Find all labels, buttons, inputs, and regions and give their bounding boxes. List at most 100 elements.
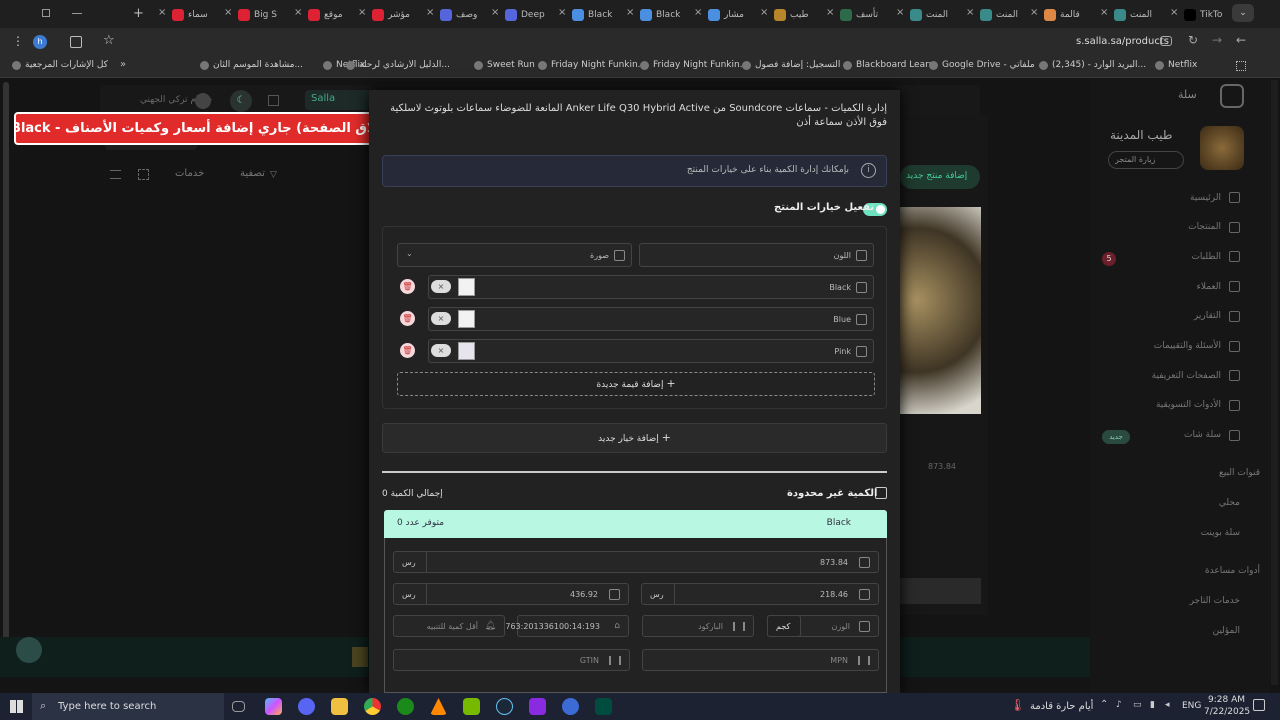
- reload-icon[interactable]: ↻: [1188, 33, 1198, 47]
- user-avatar[interactable]: [195, 93, 211, 109]
- bookmark-item[interactable]: الدليل الارشادي لرحلة...: [346, 60, 450, 70]
- remove-image-icon[interactable]: ×: [431, 280, 451, 293]
- bookmarks-overflow-icon[interactable]: »: [120, 59, 126, 70]
- browser-tab[interactable]: المنت: [1114, 4, 1176, 26]
- discord-icon[interactable]: [298, 698, 315, 715]
- option-type-select[interactable]: صورة ⌄: [397, 243, 632, 267]
- windows-start-icon[interactable]: [10, 700, 23, 713]
- browser-tab[interactable]: Black: [640, 4, 702, 26]
- microphone-icon[interactable]: ▮: [1150, 700, 1155, 710]
- barcode-field[interactable]: الباركود: [642, 615, 754, 637]
- add-value-button[interactable]: إضافة قيمة جديدة +: [397, 372, 875, 396]
- speaker-icon[interactable]: ♪: [1116, 700, 1122, 710]
- sidebar-section-item[interactable]: قنوات البيع: [1219, 468, 1260, 478]
- value-image-thumb[interactable]: [458, 278, 475, 296]
- new-window-icon[interactable]: [42, 9, 50, 17]
- clock-date[interactable]: 7/22/2025: [1204, 707, 1250, 717]
- profile-avatar[interactable]: h: [33, 35, 47, 49]
- chat-bubble-icon[interactable]: [16, 637, 42, 663]
- bookmark-item[interactable]: كل الإشارات المرجعية: [12, 60, 108, 70]
- apps-grid-icon[interactable]: [1236, 61, 1246, 71]
- bookmark-item[interactable]: Friday Night Funkin...: [538, 60, 646, 70]
- tab-close-icon[interactable]: ×: [966, 7, 974, 18]
- tab-close-icon[interactable]: ×: [294, 7, 302, 18]
- sidebar-section-item[interactable]: المؤلين: [1213, 626, 1240, 636]
- remove-image-icon[interactable]: ×: [431, 312, 451, 325]
- price-field[interactable]: رس 873.84: [393, 551, 879, 573]
- bookmark-item[interactable]: Netflix: [1155, 60, 1197, 70]
- app-isdt-icon[interactable]: [529, 698, 546, 715]
- browser-tab[interactable]: مؤشر: [372, 4, 434, 26]
- bookmark-item[interactable]: Blackboard Learn: [843, 60, 934, 70]
- url-text[interactable]: s.salla.sa/products: [1076, 36, 1169, 47]
- tab-close-icon[interactable]: ×: [224, 7, 232, 18]
- bookmark-item[interactable]: Google Drive - ملفاتي: [929, 60, 1035, 70]
- services-button[interactable]: خدمات: [175, 168, 204, 179]
- bookmark-item[interactable]: Friday Night Funkin...: [640, 60, 748, 70]
- browser-tab[interactable]: تأسف: [840, 4, 902, 26]
- mpn-field[interactable]: MPN: [642, 649, 879, 671]
- bookmark-item[interactable]: التسجيل: إضافة فصول: [742, 60, 840, 70]
- gtin-field[interactable]: GTIN: [393, 649, 630, 671]
- tab-close-icon[interactable]: ×: [158, 7, 166, 18]
- chrome-icon[interactable]: [364, 698, 381, 715]
- sku-field[interactable]: 763:201336100:14:193 ⌂: [505, 615, 629, 637]
- delete-value-icon[interactable]: 🗑︎: [400, 279, 415, 294]
- browser-tab[interactable]: Black: [572, 4, 634, 26]
- vlc-icon[interactable]: [430, 698, 447, 715]
- more-menu-icon[interactable]: ⋮: [12, 34, 24, 48]
- bookmark-item[interactable]: Sweet Run: [474, 60, 535, 70]
- theme-toggle-icon[interactable]: ☾: [230, 90, 252, 112]
- delete-value-icon[interactable]: 🗑︎: [400, 343, 415, 358]
- sidebar-section-item[interactable]: سلة بوينت: [1201, 528, 1240, 538]
- sidebar-section-item[interactable]: خدمات التاجر: [1190, 596, 1240, 606]
- xbox-icon[interactable]: [397, 698, 414, 715]
- extensions-icon[interactable]: [70, 36, 82, 48]
- visit-store-button[interactable]: زيارة المتجر: [1108, 151, 1184, 169]
- sidebar-nav-item[interactable]: سلة شات: [1184, 429, 1240, 441]
- notification-icon[interactable]: [1253, 699, 1265, 711]
- weight-unit-select[interactable]: كجم: [767, 615, 801, 637]
- file-explorer-icon[interactable]: [331, 698, 348, 715]
- tab-search-button[interactable]: ⌄: [1232, 4, 1254, 22]
- tab-close-icon[interactable]: ×: [558, 7, 566, 18]
- forward-icon[interactable]: →: [1212, 33, 1222, 47]
- tab-close-icon[interactable]: ×: [826, 7, 834, 18]
- option-value-field[interactable]: Black ×: [428, 275, 874, 299]
- scrollbar-left[interactable]: [3, 82, 9, 672]
- sidebar-section-item[interactable]: أدوات مساعدة: [1205, 566, 1260, 576]
- tab-close-icon[interactable]: ×: [760, 7, 768, 18]
- browser-tab[interactable]: Big S: [238, 4, 300, 26]
- remove-image-icon[interactable]: ×: [431, 344, 451, 357]
- list-view-icon[interactable]: [110, 170, 121, 179]
- tab-close-icon[interactable]: ×: [896, 7, 904, 18]
- sidebar-nav-item[interactable]: الأسئلة والتقييمات: [1154, 340, 1240, 352]
- salla-taskbar-icon[interactable]: [595, 698, 612, 715]
- tab-close-icon[interactable]: ×: [426, 7, 434, 18]
- browser-tab[interactable]: قالمة: [1044, 4, 1106, 26]
- bg-add-product-button[interactable]: إضافة منتج جديد: [900, 165, 980, 189]
- tab-close-icon[interactable]: ×: [694, 7, 702, 18]
- sidebar-section-item[interactable]: محلي: [1219, 498, 1240, 508]
- steam-icon[interactable]: [496, 698, 513, 715]
- clock-time[interactable]: 9:28 AM: [1208, 695, 1245, 705]
- nvidia-icon[interactable]: [463, 698, 480, 715]
- network-icon[interactable]: ▭: [1133, 700, 1142, 710]
- gift-icon[interactable]: [268, 95, 279, 106]
- bookmark-item[interactable]: البريد الوارد - (2,345)...: [1039, 60, 1146, 70]
- volume-icon[interactable]: ◂: [1165, 700, 1170, 710]
- browser-tab[interactable]: المنت: [910, 4, 972, 26]
- tab-close-icon[interactable]: ×: [358, 7, 366, 18]
- sidebar-nav-item[interactable]: الطلبات: [1191, 251, 1240, 263]
- app-blue-icon[interactable]: [562, 698, 579, 715]
- tab-close-icon[interactable]: ×: [626, 7, 634, 18]
- taskbar-search[interactable]: ⌕ Type here to search: [32, 693, 224, 720]
- new-tab-button[interactable]: +: [133, 6, 144, 21]
- cost-field[interactable]: رس 218.46: [641, 583, 879, 605]
- sidebar-nav-item[interactable]: الصفحات التعريفية: [1152, 370, 1240, 382]
- sidebar-nav-item[interactable]: التقارير: [1194, 310, 1240, 322]
- grid-view-icon[interactable]: [138, 169, 149, 180]
- tab-close-icon[interactable]: ×: [1170, 7, 1178, 18]
- min-notify-field[interactable]: أقل كمية للتنبيه 🔔︎: [393, 615, 505, 637]
- tray-chevron-icon[interactable]: ⌃: [1100, 699, 1108, 710]
